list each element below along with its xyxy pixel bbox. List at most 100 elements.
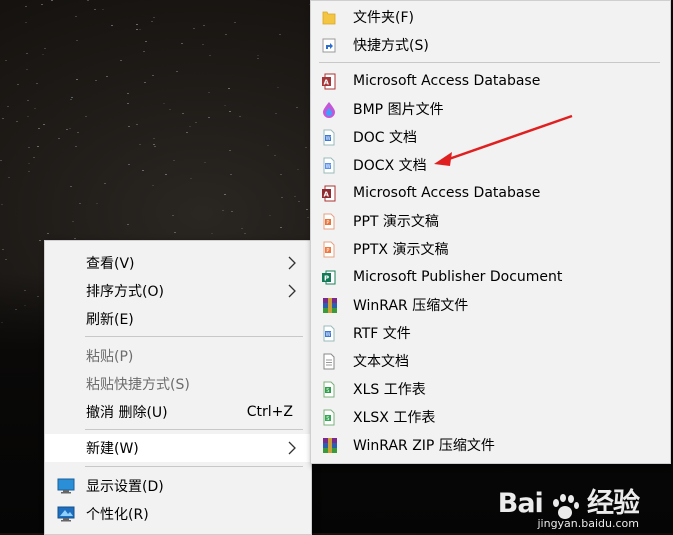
menu-separator: [85, 429, 303, 430]
submenu-item-label: 文本文档: [353, 354, 409, 370]
submenu-item-label: Microsoft Access Database: [353, 73, 541, 89]
submenu-item-bmp[interactable]: BMP 图片文件: [311, 95, 670, 123]
submenu-item-winrar[interactable]: WinRAR 压缩文件: [311, 291, 670, 319]
star-speck: [127, 224, 129, 225]
star-speck: [70, 99, 72, 100]
menu-item-sort-by[interactable]: 排序方式(O): [45, 277, 311, 305]
star-speck: [127, 93, 129, 94]
svg-text:P: P: [326, 220, 329, 226]
star-speck: [128, 164, 130, 165]
star-speck: [239, 116, 241, 117]
star-speck: [153, 144, 155, 145]
menu-item-paste[interactable]: 粘贴(P): [45, 342, 311, 370]
submenu-item-xls[interactable]: S XLS 工作表: [311, 375, 670, 403]
access-icon: A: [322, 73, 336, 90]
star-speck: [165, 174, 167, 175]
star-speck: [71, 97, 73, 98]
star-speck: [154, 146, 156, 147]
star-speck: [5, 259, 7, 260]
star-speck: [145, 41, 147, 42]
menu-item-label: 粘贴快捷方式(S): [86, 377, 190, 393]
personalize-icon: [57, 506, 75, 522]
star-speck: [37, 146, 39, 147]
chevron-right-icon: [288, 284, 296, 298]
submenu-item-label: WinRAR 压缩文件: [353, 298, 469, 314]
submenu-item-access-database[interactable]: A Microsoft Access Database: [311, 67, 670, 95]
star-speck: [96, 203, 98, 204]
submenu-item-xlsx[interactable]: S XLSX 工作表: [311, 403, 670, 431]
submenu-item-publisher[interactable]: P Microsoft Publisher Document: [311, 263, 670, 291]
star-speck: [151, 21, 153, 22]
submenu-item-docx[interactable]: W DOCX 文档: [311, 151, 670, 179]
star-speck: [169, 109, 171, 110]
star-speck: [267, 145, 269, 146]
submenu-item-doc[interactable]: W DOC 文档: [311, 123, 670, 151]
star-speck: [39, 240, 41, 241]
xls-icon: S: [323, 381, 335, 398]
star-speck: [281, 197, 283, 198]
star-speck: [186, 132, 188, 133]
submenu-item-ppt[interactable]: P PPT 演示文稿: [311, 207, 670, 235]
menu-item-label: 新建(W): [86, 441, 139, 457]
star-speck: [102, 9, 104, 10]
menu-separator: [85, 336, 303, 337]
star-speck: [120, 60, 122, 61]
menu-item-new[interactable]: 新建(W): [45, 434, 311, 462]
menu-item-refresh[interactable]: 刷新(E): [45, 305, 311, 333]
star-speck: [277, 87, 279, 88]
star-speck: [36, 83, 38, 84]
submenu-item-label: PPTX 演示文稿: [353, 242, 449, 258]
star-speck: [174, 232, 176, 233]
submenu-item-access-database-2[interactable]: A Microsoft Access Database: [311, 179, 670, 207]
star-speck: [296, 107, 298, 108]
star-speck: [279, 34, 281, 35]
star-speck: [257, 55, 259, 56]
star-speck: [176, 71, 178, 72]
submenu-item-text-document[interactable]: 文本文档: [311, 347, 670, 375]
star-speck: [70, 186, 72, 187]
star-speck: [25, 6, 27, 7]
submenu-item-shortcut[interactable]: 快捷方式(S): [311, 31, 670, 59]
star-speck: [85, 116, 87, 117]
menu-item-display-settings[interactable]: 显示设置(D): [45, 472, 311, 500]
star-speck: [111, 25, 113, 26]
submenu-item-folder[interactable]: 文件夹(F): [311, 3, 670, 31]
star-speck: [66, 129, 68, 130]
menu-separator: [85, 466, 303, 467]
star-speck: [2, 249, 4, 250]
submenu-item-pptx[interactable]: P PPTX 演示文稿: [311, 235, 670, 263]
menu-item-label: 显示设置(D): [86, 479, 164, 495]
menu-item-label: 查看(V): [86, 256, 135, 272]
menu-item-personalize[interactable]: 个性化(R): [45, 500, 311, 528]
submenu-item-winrar-zip[interactable]: WinRAR ZIP 压缩文件: [311, 431, 670, 459]
menu-item-label: 排序方式(O): [86, 284, 164, 300]
submenu-item-label: PPT 演示文稿: [353, 214, 439, 230]
star-speck: [257, 58, 259, 59]
star-speck: [41, 4, 43, 5]
star-speck: [139, 29, 141, 30]
star-speck: [241, 228, 243, 229]
submenu-item-label: BMP 图片文件: [353, 102, 444, 118]
menu-item-view[interactable]: 查看(V): [45, 249, 311, 277]
desktop-context-menu: 查看(V) 排序方式(O) 刷新(E) 粘贴(P) 粘贴快捷方式(S) 撤消 删…: [44, 240, 312, 535]
star-speck: [75, 146, 77, 147]
submenu-separator: [319, 62, 660, 63]
star-speck: [173, 160, 175, 161]
svg-text:W: W: [326, 164, 331, 170]
star-speck: [163, 103, 165, 104]
chevron-right-icon: [288, 256, 296, 270]
star-speck: [228, 88, 230, 89]
submenu-item-rtf[interactable]: W RTF 文件: [311, 319, 670, 347]
menu-item-undo-delete[interactable]: 撤消 删除(U) Ctrl+Z: [45, 398, 311, 426]
star-speck: [208, 92, 210, 93]
star-speck: [142, 170, 144, 171]
star-speck: [298, 201, 300, 202]
star-speck: [94, 9, 96, 10]
star-speck: [182, 113, 184, 114]
star-speck: [74, 238, 76, 239]
star-speck: [153, 138, 155, 139]
new-submenu: 文件夹(F) 快捷方式(S) A Microsoft Access Databa…: [310, 0, 671, 464]
menu-item-paste-shortcut[interactable]: 粘贴快捷方式(S): [45, 370, 311, 398]
star-speck: [211, 233, 213, 234]
star-speck: [297, 169, 299, 170]
